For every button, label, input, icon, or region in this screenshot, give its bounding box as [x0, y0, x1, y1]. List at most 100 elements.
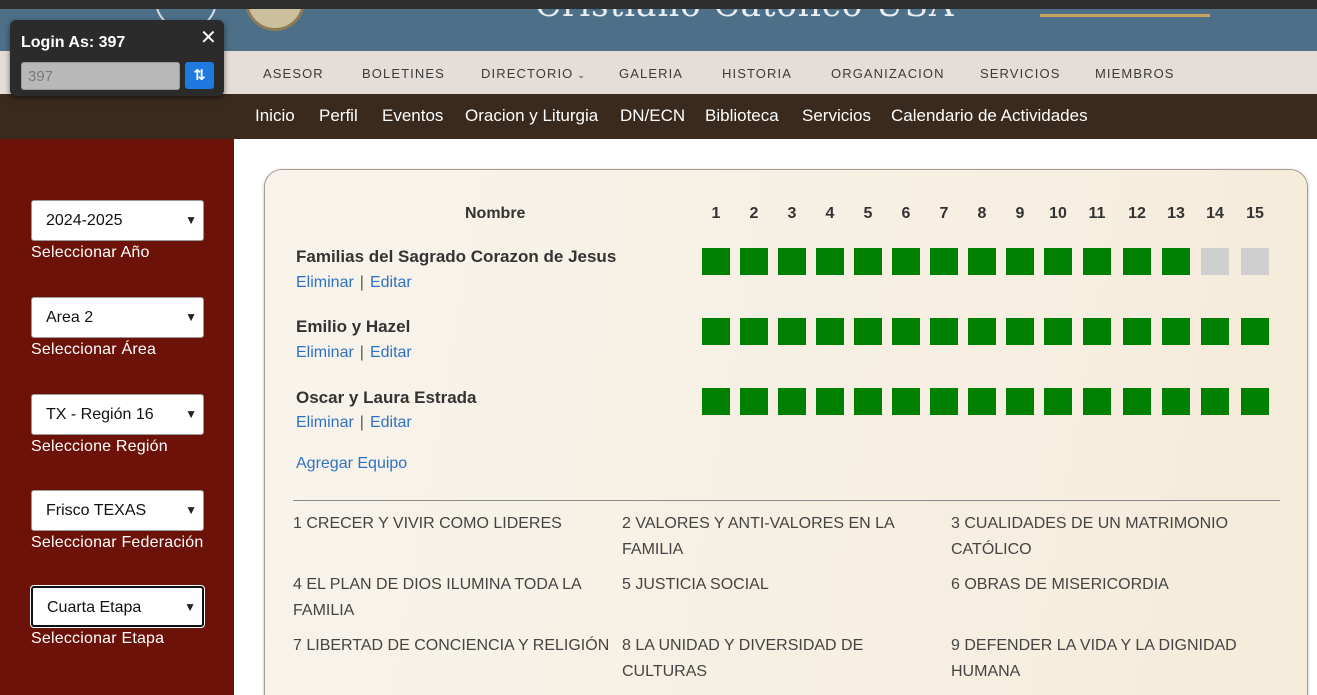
header-accent-bar — [1040, 14, 1210, 17]
site-title: Cristiano Católico USA — [535, 9, 955, 25]
session-completed-box — [1123, 248, 1151, 275]
action-separator: | — [359, 274, 364, 291]
emblem-icon — [245, 9, 305, 31]
close-icon[interactable]: ✕ — [200, 25, 217, 50]
session-number-2: 2 — [749, 205, 759, 222]
session-completed-box — [778, 388, 806, 415]
filter-sidebar: 2024-2025 ▼ Seleccionar Año Area 2 ▼ Selec… — [0, 139, 234, 695]
session-completed-box — [892, 388, 920, 415]
main-navigation: Inicio Perfil Eventos Oracion y Liturgia… — [0, 94, 1317, 139]
session-completed-box — [968, 388, 996, 415]
session-completed-box — [1044, 318, 1072, 345]
nav-asesor[interactable]: ASESOR — [263, 66, 324, 81]
chevron-down-icon: ▼ — [185, 407, 197, 421]
topic-item: 2 VALORES Y ANTI-VALORES EN LA FAMILIA — [622, 515, 894, 558]
session-completed-box — [740, 248, 768, 275]
session-completed-box — [1006, 318, 1034, 345]
nav-servicios[interactable]: SERVICIOS — [980, 66, 1060, 81]
name-column-header: Nombre — [465, 205, 526, 222]
year-select-label: Seleccionar Año — [31, 244, 150, 261]
chevron-down-icon: ▼ — [185, 503, 197, 517]
session-completed-box — [1162, 248, 1190, 275]
edit-team-link[interactable]: Editar — [370, 414, 412, 431]
session-completed-box — [740, 318, 768, 345]
delete-team-link[interactable]: Eliminar — [296, 344, 354, 361]
session-number-3: 3 — [787, 205, 797, 222]
federation-select-value: Frisco TEXAS — [46, 502, 147, 519]
chevron-down-icon: ▼ — [184, 600, 196, 614]
nav-perfil[interactable]: Perfil — [319, 106, 358, 126]
session-completed-box — [1162, 388, 1190, 415]
session-completed-box — [930, 248, 958, 275]
login-as-panel: Login As: 397 ✕ ⇅ — [10, 20, 224, 96]
session-number-13: 13 — [1167, 205, 1185, 222]
session-number-1: 1 — [711, 205, 721, 222]
session-completed-box — [1006, 388, 1034, 415]
nav-servicios-main[interactable]: Servicios — [802, 106, 871, 126]
login-user-input[interactable] — [21, 62, 180, 90]
session-number-8: 8 — [977, 205, 987, 222]
team-name: Familias del Sagrado Corazon de Jesus — [296, 247, 617, 266]
session-completed-box — [854, 318, 882, 345]
session-number-11: 11 — [1088, 205, 1106, 222]
delete-team-link[interactable]: Eliminar — [296, 274, 354, 291]
stage-select[interactable]: Cuarta Etapa ▼ — [31, 586, 204, 627]
swap-arrows-icon: ⇅ — [193, 67, 206, 84]
session-pending-box — [1201, 248, 1229, 275]
team-name: Emilio y Hazel — [296, 317, 411, 336]
edit-team-link[interactable]: Editar — [370, 274, 412, 291]
stage-filter: Cuarta Etapa ▼ Seleccionar Etapa — [31, 586, 204, 648]
session-completed-box — [1241, 388, 1269, 415]
session-completed-box — [1044, 388, 1072, 415]
nav-oracion-liturgia[interactable]: Oracion y Liturgia — [465, 106, 598, 126]
login-as-title: Login As: 397 — [21, 34, 126, 51]
action-separator: | — [359, 344, 364, 361]
team-actions: Eliminar | Editar — [296, 274, 412, 292]
nav-miembros[interactable]: MIEMBROS — [1095, 66, 1175, 81]
session-completed-box — [1044, 248, 1072, 275]
stage-select-value: Cuarta Etapa — [47, 599, 142, 616]
session-completed-box — [1241, 318, 1269, 345]
nav-galeria[interactable]: GALERIA — [619, 66, 683, 81]
edit-team-link[interactable]: Editar — [370, 344, 412, 361]
divider — [293, 500, 1280, 501]
nav-dn-ecn[interactable]: DN/ECN — [620, 106, 685, 126]
nav-directorio[interactable]: DIRECTORIO ⌄ — [481, 66, 586, 81]
delete-team-link[interactable]: Eliminar — [296, 414, 354, 431]
session-number-7: 7 — [939, 205, 949, 222]
session-completed-box — [1006, 248, 1034, 275]
nav-eventos[interactable]: Eventos — [382, 106, 443, 126]
area-select-label: Seleccionar Área — [31, 341, 157, 358]
topic-item: 5 JUSTICIA SOCIAL — [622, 576, 769, 593]
federation-select-label: Seleccionar Federación — [31, 534, 204, 551]
federation-select[interactable]: Frisco TEXAS ▼ — [31, 490, 204, 531]
area-select[interactable]: Area 2 ▼ — [31, 297, 204, 338]
session-number-4: 4 — [825, 205, 835, 222]
session-completed-box — [930, 388, 958, 415]
switch-user-button[interactable]: ⇅ — [185, 62, 214, 89]
year-select[interactable]: 2024-2025 ▼ — [31, 200, 204, 241]
add-team-link[interactable]: Agregar Equipo — [296, 455, 407, 473]
session-completed-box — [892, 318, 920, 345]
nav-organizacion[interactable]: ORGANIZACION — [831, 66, 945, 81]
nav-calendario[interactable]: Calendario de Actividades — [891, 106, 1088, 126]
area-select-value: Area 2 — [46, 309, 94, 326]
session-completed-box — [1201, 318, 1229, 345]
nav-directorio-label: DIRECTORIO — [481, 66, 574, 81]
federation-filter: Frisco TEXAS ▼ Seleccionar Federación — [31, 490, 204, 552]
chevron-down-icon: ▼ — [185, 213, 197, 227]
nav-inicio[interactable]: Inicio — [255, 106, 295, 126]
topic-item: 8 LA UNIDAD Y DIVERSIDAD DE CULTURAS — [622, 637, 864, 680]
topic-item: 6 OBRAS DE MISERICORDIA — [951, 576, 1169, 593]
region-select-label: Seleccione Región — [31, 438, 168, 455]
year-filter: 2024-2025 ▼ Seleccionar Año — [31, 200, 204, 262]
stage-select-label: Seleccionar Etapa — [31, 630, 165, 647]
session-completed-box — [778, 318, 806, 345]
session-completed-box — [702, 318, 730, 345]
region-select[interactable]: TX - Región 16 ▼ — [31, 394, 204, 435]
area-filter: Area 2 ▼ Seleccionar Área — [31, 297, 204, 359]
session-completed-box — [892, 248, 920, 275]
nav-biblioteca[interactable]: Biblioteca — [705, 106, 779, 126]
nav-boletines[interactable]: BOLETINES — [362, 66, 445, 81]
nav-historia[interactable]: HISTORIA — [722, 66, 792, 81]
